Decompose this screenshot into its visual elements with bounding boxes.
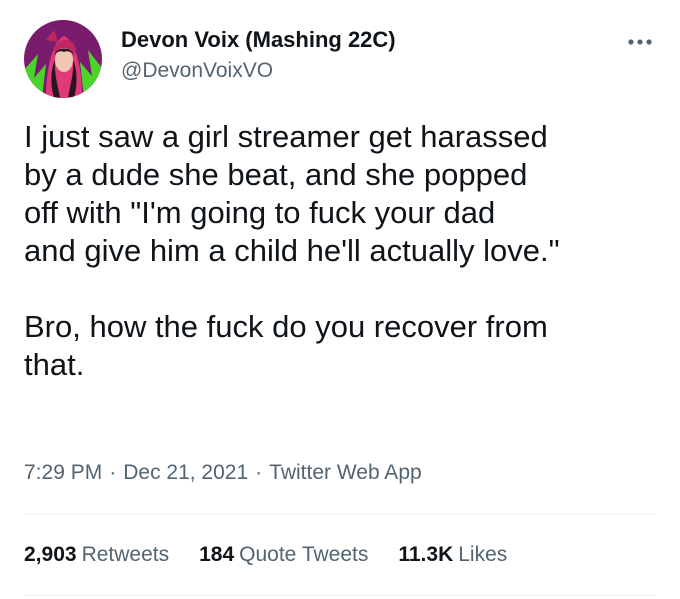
divider xyxy=(24,514,656,515)
tweet-stats: 2,903 Retweets 184 Quote Tweets 11.3K Likes xyxy=(24,540,537,570)
author-avatar[interactable] xyxy=(24,20,102,98)
tweet-line: off with "I'm going to fuck your dad xyxy=(24,195,496,230)
tweet-date[interactable]: Dec 21, 2021 xyxy=(123,461,248,484)
tweet-source[interactable]: Twitter Web App xyxy=(269,461,422,484)
tweet-time[interactable]: 7:29 PM xyxy=(24,461,102,484)
quote-tweets-label: Quote Tweets xyxy=(239,543,369,566)
tweet-line: and give him a child he'll actually love… xyxy=(24,233,560,268)
tweet-line: by a dude she beat, and she popped xyxy=(24,157,528,192)
divider xyxy=(24,595,656,596)
retweets-count: 2,903 xyxy=(24,543,77,566)
likes-count: 11.3K xyxy=(398,543,454,566)
more-options-icon xyxy=(628,39,652,45)
quote-tweets-count: 184 xyxy=(199,543,235,566)
tweet-paragraph-1: I just saw a girl streamer get harassed … xyxy=(24,118,664,270)
tweet-card: Devon Voix (Mashing 22C) @DevonVoixVO I … xyxy=(0,0,680,599)
likes-label: Likes xyxy=(458,543,508,566)
retweets-label: Retweets xyxy=(81,543,170,566)
author-display-name[interactable]: Devon Voix (Mashing 22C) xyxy=(121,25,396,55)
likes-stat[interactable]: 11.3K Likes xyxy=(398,540,507,570)
tweet-metadata: 7:29 PM · Dec 21, 2021 · Twitter Web App xyxy=(24,458,422,488)
tweet-line: Bro, how the fuck do you recover from xyxy=(24,309,548,344)
tweet-line: that. xyxy=(24,347,85,382)
retweets-stat[interactable]: 2,903 Retweets xyxy=(24,540,169,570)
tweet-text: I just saw a girl streamer get harassed … xyxy=(24,118,664,384)
avatar-image xyxy=(24,20,102,98)
quote-tweets-stat[interactable]: 184 Quote Tweets xyxy=(199,540,368,570)
author-info: Devon Voix (Mashing 22C) @DevonVoixVO xyxy=(121,25,396,86)
author-handle[interactable]: @DevonVoixVO xyxy=(121,56,396,86)
more-options-button[interactable] xyxy=(624,32,656,52)
tweet-line: I just saw a girl streamer get harassed xyxy=(24,119,548,154)
tweet-paragraph-2: Bro, how the fuck do you recover from th… xyxy=(24,308,664,384)
meta-separator: · xyxy=(109,461,117,484)
meta-separator: · xyxy=(255,461,263,484)
